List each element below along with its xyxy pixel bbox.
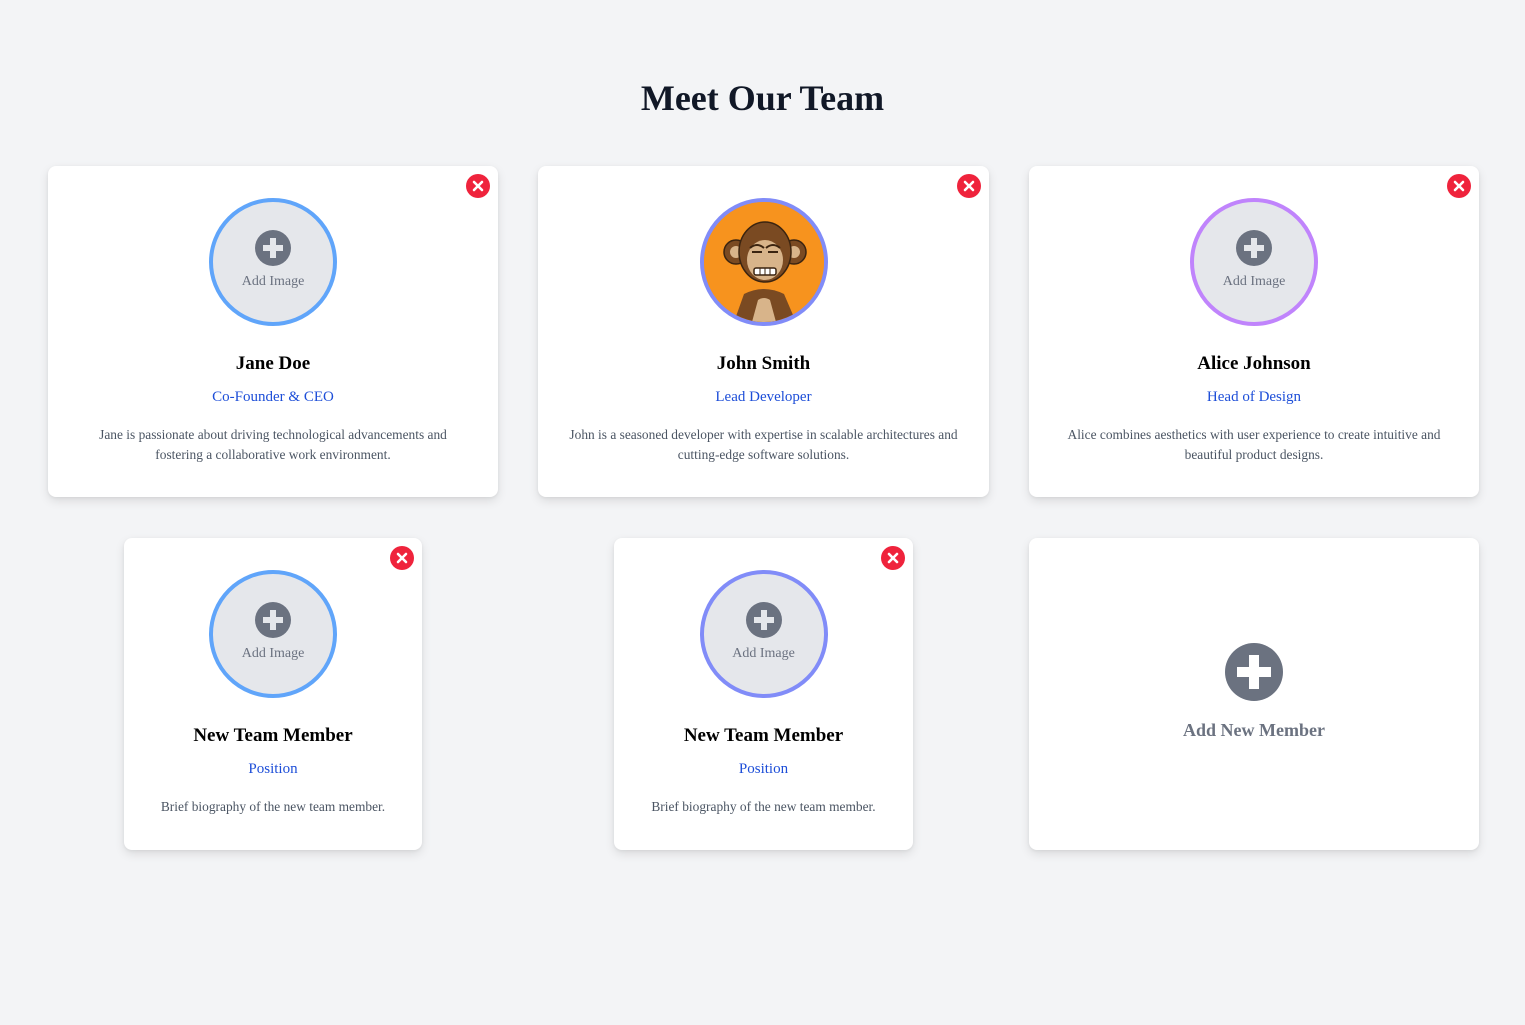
remove-member-button[interactable] <box>466 174 490 198</box>
plus-circle-icon <box>1236 230 1272 266</box>
close-icon <box>887 552 899 564</box>
avatar-upload[interactable]: Add Image <box>209 570 337 698</box>
team-member-card: John Smith Lead Developer John is a seas… <box>538 166 989 497</box>
add-new-member-card[interactable]: Add New Member <box>1029 538 1479 850</box>
close-icon <box>1453 180 1465 192</box>
plus-circle-icon <box>255 602 291 638</box>
member-name: New Team Member <box>193 725 353 746</box>
member-bio: Brief biography of the new team member. <box>160 799 386 814</box>
avatar-upload[interactable]: Add Image <box>1190 198 1318 326</box>
member-bio: John is a seasoned developer with expert… <box>569 427 958 462</box>
team-member-card: Add Image Alice Johnson Head of Design A… <box>1029 166 1479 497</box>
avatar-image[interactable] <box>699 198 828 326</box>
team-member-card: Add Image New Team Member Position Brief… <box>614 538 913 850</box>
member-role: Co-Founder & CEO <box>212 389 334 405</box>
add-image-label: Add Image <box>732 646 795 661</box>
plus-circle-icon <box>255 230 291 266</box>
remove-member-button[interactable] <box>881 546 905 570</box>
close-icon <box>472 180 484 192</box>
avatar-upload[interactable]: Add Image <box>209 198 337 326</box>
member-name: John Smith <box>716 353 811 374</box>
member-name: Jane Doe <box>235 353 311 374</box>
plus-circle-icon <box>1225 643 1283 701</box>
member-role: Lead Developer <box>715 389 812 405</box>
close-icon <box>963 180 975 192</box>
avatar-upload[interactable]: Add Image <box>699 570 828 698</box>
team-member-card: Add Image New Team Member Position Brief… <box>124 538 422 850</box>
member-role: Head of Design <box>1206 389 1302 405</box>
ape-avatar-icon <box>703 202 824 322</box>
remove-member-button[interactable] <box>957 174 981 198</box>
page-title: Meet Our Team <box>640 78 885 118</box>
add-new-member-label: Add New Member <box>1183 720 1325 740</box>
remove-member-button[interactable] <box>1447 174 1471 198</box>
add-image-label: Add Image <box>241 646 305 661</box>
remove-member-button[interactable] <box>390 546 414 570</box>
team-member-card: Add Image Jane Doe Co-Founder & CEO Jane… <box>48 166 498 497</box>
member-role: Position <box>738 761 789 777</box>
member-bio: Alice combines aesthetics with user expe… <box>1067 427 1441 462</box>
member-name: New Team Member <box>683 725 844 746</box>
member-name: Alice Johnson <box>1197 353 1311 374</box>
close-icon <box>396 552 408 564</box>
member-role: Position <box>248 761 298 777</box>
member-bio: Brief biography of the new team member. <box>651 799 876 814</box>
add-image-label: Add Image <box>241 274 305 289</box>
add-image-label: Add Image <box>1222 274 1286 289</box>
member-bio: Jane is passionate about driving technol… <box>99 427 447 462</box>
plus-circle-icon <box>745 602 782 638</box>
